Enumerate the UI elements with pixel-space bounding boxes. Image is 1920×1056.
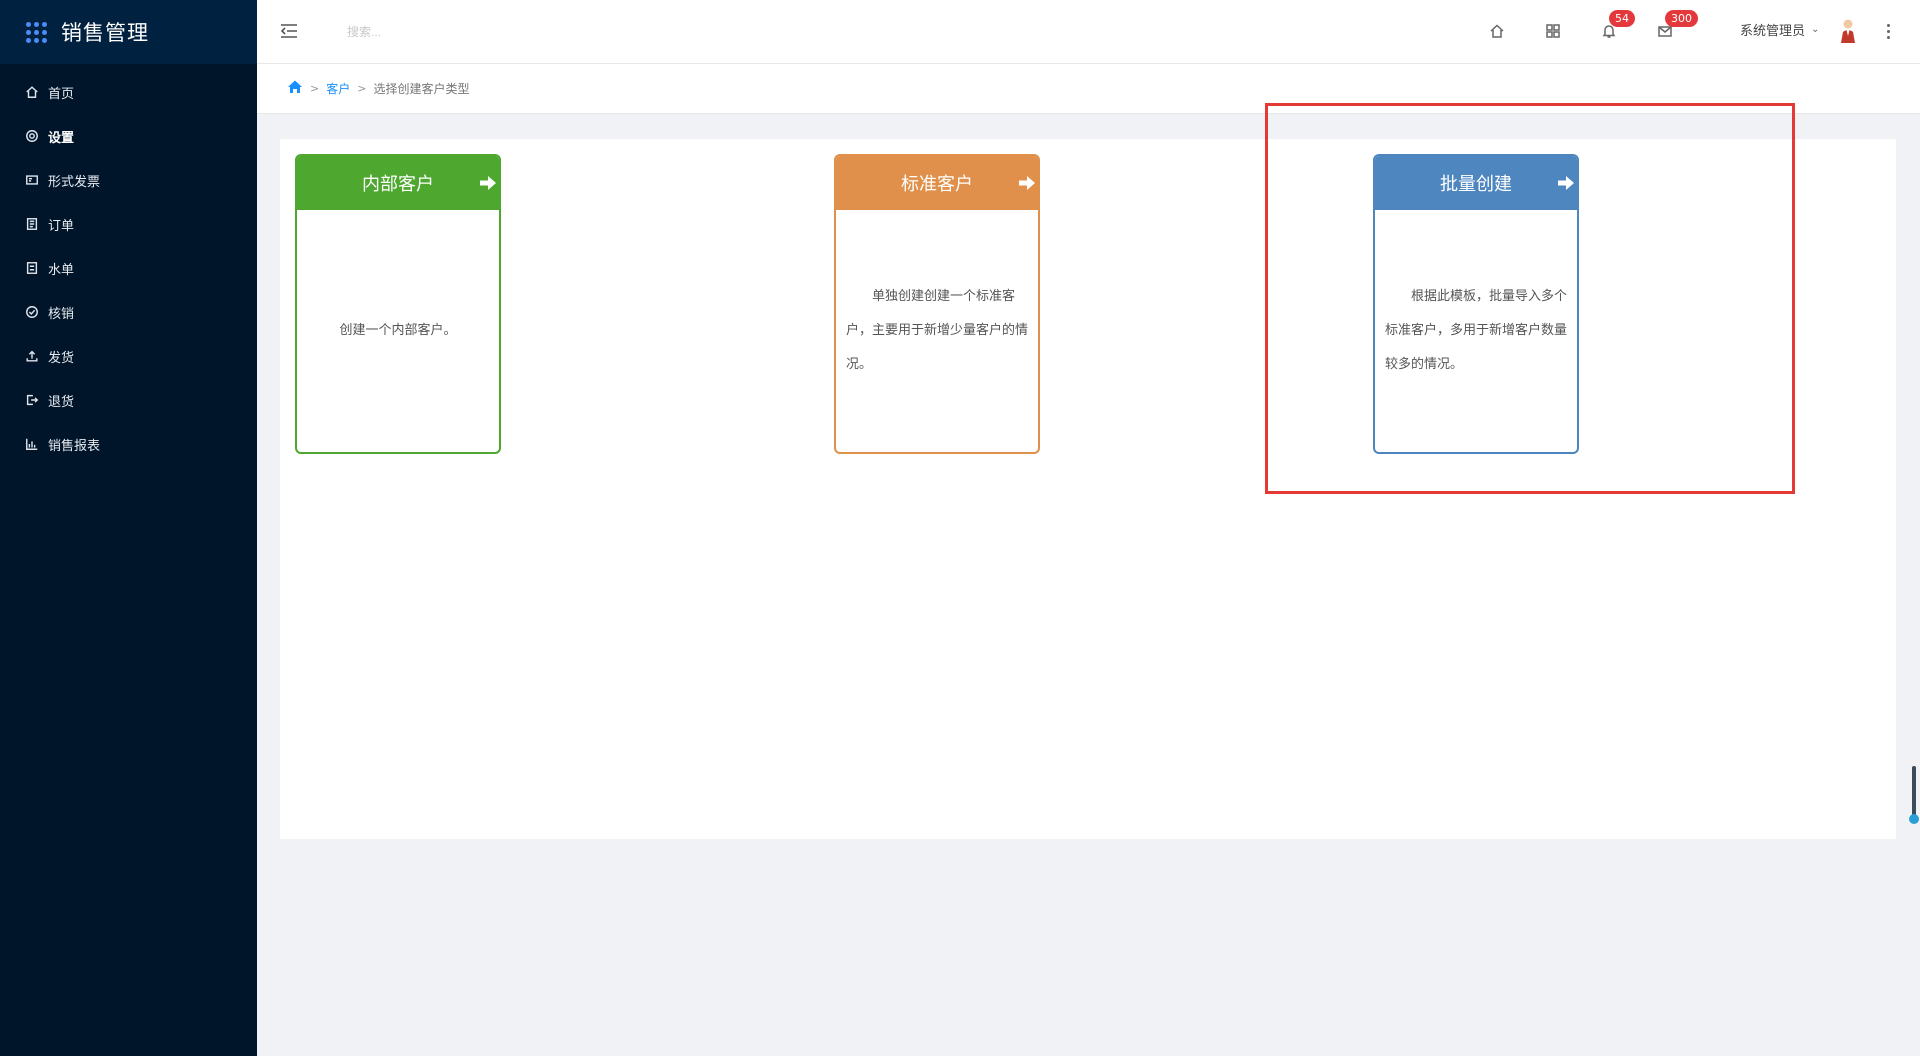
- check-circle-icon: [24, 304, 40, 320]
- highlight-annotation-box: [1265, 103, 1795, 494]
- breadcrumb-current: 选择创建客户类型: [373, 82, 470, 96]
- breadcrumb-separator: >: [310, 82, 320, 95]
- more-options-button[interactable]: [1883, 20, 1893, 42]
- notifications-badge: 54: [1609, 10, 1635, 27]
- sidebar-item-label: 订单: [48, 218, 75, 234]
- messages-button[interactable]: 300: [1655, 10, 1698, 41]
- more-dot-icon: [1886, 29, 1890, 33]
- apps-button[interactable]: [1543, 21, 1563, 41]
- return-icon: [24, 392, 40, 408]
- bar-chart-icon: [24, 436, 40, 452]
- sidebar-item-home[interactable]: 首页: [0, 70, 257, 114]
- user-name: 系统管理员: [1740, 24, 1806, 39]
- apps-grid-icon: [26, 21, 47, 43]
- chevron-down-icon: ⌄: [1811, 24, 1820, 35]
- sidebar-item-label: 销售报表: [48, 438, 101, 454]
- search-input[interactable]: [347, 20, 567, 44]
- arrow-right-icon: [479, 174, 497, 192]
- more-dot-icon: [1886, 23, 1890, 27]
- card-description: 创建一个内部客户。: [339, 323, 457, 338]
- brand-title: 销售管理: [61, 21, 149, 45]
- internal-customer-card[interactable]: 内部客户 创建一个内部客户。: [295, 154, 501, 454]
- top-header: 54 300 系统管理员 ⌄: [257, 0, 1920, 64]
- card-title: 标准客户: [901, 174, 973, 195]
- card-body: 创建一个内部客户。: [297, 210, 499, 452]
- order-icon: [24, 216, 40, 232]
- sidebar-item-label: 发货: [48, 350, 75, 366]
- home-button[interactable]: [1487, 21, 1507, 41]
- scroll-track: [1912, 766, 1916, 818]
- sidebar-item-shipping[interactable]: 发货: [0, 334, 257, 378]
- user-menu[interactable]: 系统管理员 ⌄: [1740, 20, 1819, 39]
- home-icon: [1490, 24, 1504, 38]
- sidebar-item-returns[interactable]: 退货: [0, 378, 257, 422]
- user-avatar-icon: [1841, 19, 1855, 43]
- sidebar-menu: 首页 设置 形式发票 订单 水单 核销 发货 退货 销售报表: [0, 70, 257, 466]
- card-description: 单独创建创建一个标准客户，主要用于新增少量客户的情况。: [846, 289, 1029, 372]
- card-title: 内部客户: [362, 174, 434, 195]
- sidebar-item-label: 形式发票: [48, 174, 101, 190]
- avatar[interactable]: [1837, 18, 1859, 44]
- scroll-handle[interactable]: [1909, 814, 1919, 824]
- sidebar: 销售管理 首页 设置 形式发票 订单 水单 核销 发货 退货 销售报表: [0, 0, 257, 1056]
- menu-fold-icon: [280, 24, 297, 38]
- messages-badge: 300: [1665, 10, 1698, 27]
- more-dot-icon: [1886, 35, 1890, 39]
- brand[interactable]: 销售管理: [0, 0, 257, 64]
- grid-icon: [1546, 24, 1560, 38]
- sidebar-item-label: 首页: [48, 86, 75, 102]
- sidebar-item-orders[interactable]: 订单: [0, 202, 257, 246]
- home-icon: [24, 84, 40, 100]
- card-header: 内部客户: [297, 156, 499, 210]
- card-body: 单独创建创建一个标准客户，主要用于新增少量客户的情况。: [836, 210, 1038, 452]
- sidebar-item-settings[interactable]: 设置: [0, 114, 257, 158]
- breadcrumb-home-icon[interactable]: [287, 79, 303, 98]
- sidebar-item-label: 退货: [48, 394, 75, 410]
- arrow-right-icon: [1018, 174, 1036, 192]
- sidebar-item-sales-report[interactable]: 销售报表: [0, 422, 257, 466]
- card-header: 标准客户: [836, 156, 1038, 210]
- invoice-icon: [24, 172, 40, 188]
- gear-icon: [24, 128, 40, 144]
- breadcrumb-separator: >: [357, 82, 367, 95]
- sidebar-item-proforma-invoice[interactable]: 形式发票: [0, 158, 257, 202]
- receipt-icon: [24, 260, 40, 276]
- sidebar-item-label: 水单: [48, 262, 75, 278]
- scroll-indicator[interactable]: [1909, 766, 1919, 826]
- notifications-button[interactable]: 54: [1599, 10, 1635, 41]
- menu-collapse-button[interactable]: [279, 22, 299, 40]
- sidebar-item-label: 核销: [48, 306, 75, 322]
- standard-customer-card[interactable]: 标准客户 单独创建创建一个标准客户，主要用于新增少量客户的情况。: [834, 154, 1040, 454]
- upload-icon: [24, 348, 40, 364]
- sidebar-item-writeoff[interactable]: 核销: [0, 290, 257, 334]
- breadcrumb-customers-link[interactable]: 客户: [326, 80, 350, 97]
- sidebar-item-receipts[interactable]: 水单: [0, 246, 257, 290]
- sidebar-item-label: 设置: [48, 130, 75, 146]
